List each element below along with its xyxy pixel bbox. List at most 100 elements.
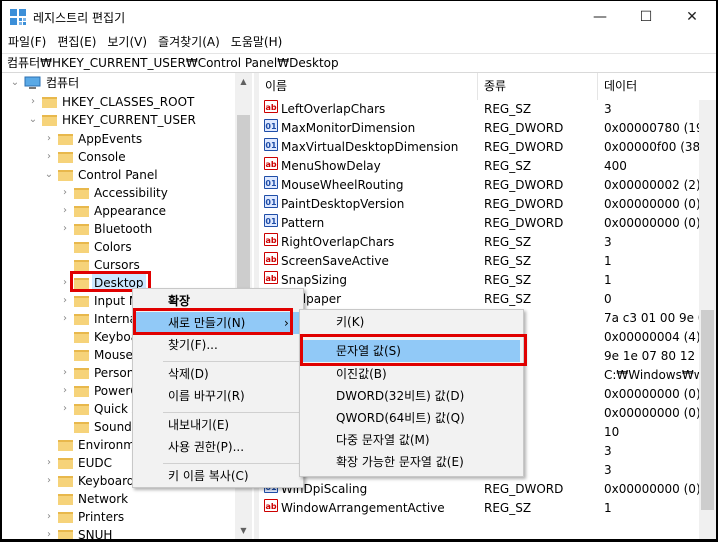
list-header: 이름 종류 데이터 (259, 73, 716, 100)
menu-item-export[interactable]: 내보내기(E) (133, 414, 303, 436)
menu-item-delete[interactable]: 삭제(D) (133, 363, 303, 385)
folder-icon (58, 530, 73, 539)
menu-item-find[interactable]: 찾기(F)... (133, 334, 303, 356)
folder-icon (58, 512, 73, 523)
table-row[interactable]: 01 MouseWheelRouting REG_DWORD 0x00000002 (… (259, 176, 716, 195)
table-row[interactable]: 01 MaxMonitorDimension REG_DWORD 0x00000780… (259, 119, 716, 138)
value-data: 10 (604, 425, 620, 439)
chevron-right-icon[interactable]: › (60, 310, 70, 328)
value-data: 3 (604, 463, 612, 477)
value-name: WindowArrangementActive (281, 501, 445, 515)
table-row[interactable]: ab LeftOverlapChars REG_SZ 3 (259, 100, 716, 119)
value-type: REG_DWORD (484, 197, 564, 211)
chevron-right-icon[interactable]: › (60, 292, 70, 310)
table-row[interactable]: ab MenuShowDelay REG_SZ 400 (259, 157, 716, 176)
binary-value-icon: 01 (264, 176, 278, 189)
menu-item-copy-key-name[interactable]: 키 이름 복사(C) (133, 465, 303, 487)
table-row[interactable]: ab SnapSizing REG_SZ 1 (259, 271, 716, 290)
scroll-up-icon[interactable]: ▲ (235, 73, 252, 90)
menu-item-permissions[interactable]: 사용 권한(P)... (133, 436, 303, 458)
value-data: 0x00000004 (4) (604, 330, 699, 344)
tree-item-label: HKEY_CURRENT_USER (62, 113, 196, 127)
chevron-right-icon[interactable]: › (60, 364, 70, 382)
chevron-right-icon[interactable]: › (44, 148, 54, 166)
value-data: 9e 1e 07 80 12 0 (604, 349, 699, 363)
folder-icon (58, 494, 73, 505)
string-value-icon: ab (264, 252, 278, 265)
table-row[interactable]: 01 PaintDesktopVersion REG_DWORD 0x00000000… (259, 195, 716, 214)
chevron-right-icon[interactable]: › (60, 202, 70, 220)
chevron-down-icon[interactable]: ⌄ (10, 74, 20, 92)
chevron-right-icon[interactable]: › (60, 220, 70, 238)
list-scrollbar[interactable] (699, 100, 716, 539)
submenu-item-key[interactable]: 키(K) (300, 311, 523, 333)
folder-icon (58, 170, 73, 181)
submenu-item-qword-value[interactable]: QWORD(64비트) 값(Q) (300, 407, 523, 429)
close-icon: ✕ (686, 8, 698, 25)
scroll-down-icon[interactable]: ▼ (235, 522, 252, 539)
menu-view[interactable]: 보기(V) (101, 32, 152, 53)
value-name: LeftOverlapChars (281, 102, 386, 116)
tree-item-label: Keyboard (78, 474, 135, 488)
submenu-item-dword-value[interactable]: DWORD(32비트) 값(D) (300, 385, 523, 407)
chevron-right-icon[interactable]: › (60, 274, 70, 292)
folder-icon (74, 314, 89, 325)
value-data: 0x00000000 (0) (604, 197, 699, 211)
table-row[interactable]: ab WindowArrangementActive REG_SZ 1 (259, 499, 716, 518)
menu-separator (163, 361, 301, 362)
menu-edit[interactable]: 편집(E) (51, 32, 101, 53)
chevron-right-icon[interactable]: › (44, 526, 54, 539)
folder-icon (74, 350, 89, 361)
chevron-down-icon[interactable]: ⌄ (44, 166, 54, 184)
table-row[interactable]: ab ScreenSaveActive REG_SZ 1 (259, 252, 716, 271)
folder-icon (74, 386, 89, 397)
value-type: REG_SZ (484, 254, 532, 268)
value-name: Pattern (281, 216, 325, 230)
address-bar[interactable]: 컴퓨터₩HKEY_CURRENT_USER₩Control Panel₩Desk… (2, 53, 716, 73)
computer-icon (24, 76, 41, 89)
column-header-data[interactable]: 데이터 (598, 73, 716, 100)
value-name: MaxMonitorDimension (281, 121, 416, 135)
maximize-button[interactable]: ☐ (623, 1, 669, 32)
chevron-right-icon[interactable]: › (60, 400, 70, 418)
column-header-type[interactable]: 종류 (478, 73, 598, 100)
menu-help[interactable]: 도움말(H) (225, 32, 288, 53)
chevron-right-icon[interactable]: › (28, 93, 38, 111)
tree-item-label: Colors (94, 240, 132, 254)
chevron-right-icon[interactable]: › (60, 382, 70, 400)
chevron-right-icon[interactable]: › (44, 472, 54, 490)
table-row[interactable]: ab RightOverlapChars REG_SZ 3 (259, 233, 716, 252)
column-header-name[interactable]: 이름 (259, 73, 478, 100)
submenu-item-expandable-string-value[interactable]: 확장 가능한 문자열 값(E) (300, 451, 523, 473)
submenu-item-multistring-value[interactable]: 다중 문자열 값(M) (300, 429, 523, 451)
chevron-right-icon[interactable]: › (44, 454, 54, 472)
table-row[interactable]: abWallpaperREG_SZ0 (259, 290, 716, 309)
menu-file[interactable]: 파일(F) (2, 32, 51, 53)
chevron-right-icon[interactable]: › (44, 508, 54, 526)
tree-item-label: SNUH (78, 528, 113, 539)
chevron-right-icon[interactable]: › (60, 184, 70, 202)
string-value-icon: ab (264, 271, 278, 284)
value-name: MouseWheelRouting (281, 178, 404, 192)
value-data: 0x00000002 (2) (604, 178, 699, 192)
scrollbar-thumb[interactable] (701, 310, 714, 510)
value-data: 1 (604, 273, 612, 287)
submenu-item-binary-value[interactable]: 이진값(B) (300, 363, 523, 385)
tree-item-label: Control Panel (78, 168, 158, 182)
table-row[interactable]: 01WinDpiScalingREG_DWORD0x00000000 (0) (259, 480, 716, 499)
chevron-right-icon[interactable]: › (44, 130, 54, 148)
value-type: REG_DWORD (484, 216, 564, 230)
folder-icon (74, 206, 89, 217)
menu-item-rename[interactable]: 이름 바꾸기(R) (133, 385, 303, 407)
chevron-down-icon[interactable]: ⌄ (28, 111, 38, 129)
folder-icon (74, 260, 89, 271)
close-button[interactable]: ✕ (669, 1, 715, 32)
menu-favorites[interactable]: 즐겨찾기(A) (152, 32, 225, 53)
tree-item-label: Accessibility (94, 186, 168, 200)
table-row[interactable]: 01 MaxVirtualDesktopDimension REG_DWORD 0x0… (259, 138, 716, 157)
value-type: REG_SZ (484, 159, 532, 173)
string-value-icon: ab (264, 499, 278, 512)
minimize-button[interactable]: — (577, 1, 623, 32)
value-type: REG_DWORD (484, 178, 564, 192)
table-row[interactable]: 01 Pattern REG_DWORD 0x00000000 (0) (259, 214, 716, 233)
